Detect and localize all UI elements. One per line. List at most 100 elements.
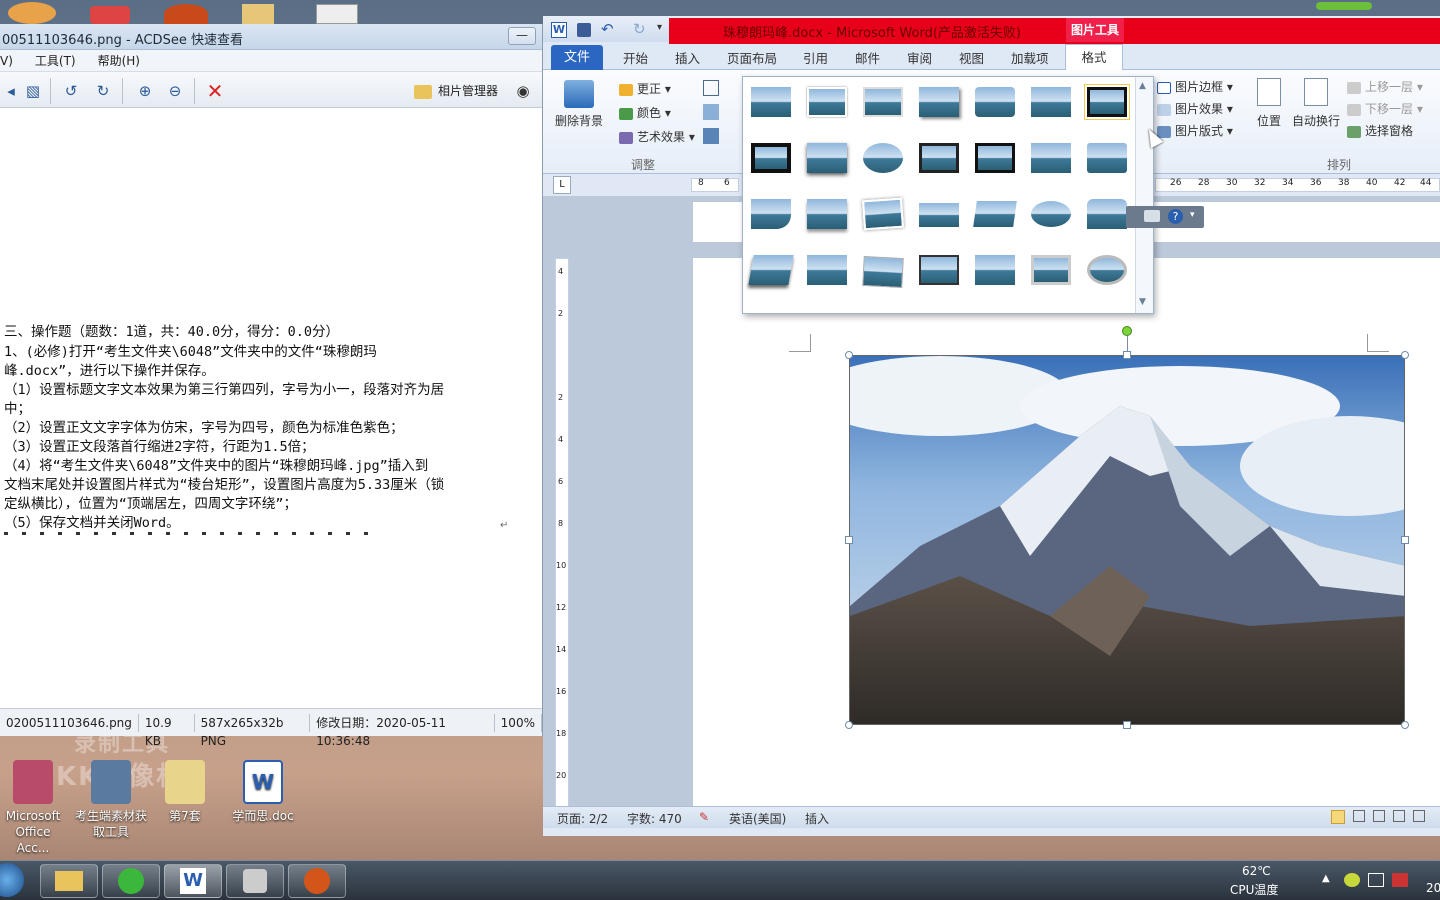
style-thumb[interactable]	[862, 197, 904, 231]
picture-layout-button[interactable]: 图片版式 ▾	[1157, 122, 1233, 139]
resize-handle-s[interactable]	[1123, 721, 1131, 729]
style-thumb[interactable]	[1031, 143, 1071, 173]
undo-icon[interactable]: ↶	[601, 20, 614, 38]
style-thumb[interactable]	[807, 199, 847, 229]
style-thumb[interactable]	[751, 87, 791, 117]
resize-handle-se[interactable]	[1401, 721, 1409, 729]
tab-mailings[interactable]: 邮件	[855, 48, 880, 67]
color-button[interactable]: 颜色 ▾	[619, 104, 671, 121]
menu-help[interactable]: 帮助(H)	[98, 52, 140, 69]
rotate-right-icon[interactable]: ↻	[92, 80, 114, 102]
desktop-icon-2[interactable]	[90, 6, 130, 24]
style-thumb[interactable]	[919, 255, 959, 285]
desktop-icon-5[interactable]	[316, 4, 358, 24]
resize-handle-sw[interactable]	[845, 721, 853, 729]
taskbar-refresh[interactable]	[102, 864, 160, 898]
mini-toolbar[interactable]: ? ▾	[1126, 206, 1204, 228]
delete-icon[interactable]: ✕	[204, 80, 226, 102]
style-thumb[interactable]	[975, 87, 1015, 117]
style-thumb[interactable]	[1087, 143, 1127, 173]
corrections-button[interactable]: 更正 ▾	[619, 80, 671, 97]
style-thumb[interactable]	[751, 199, 791, 229]
style-thumb[interactable]	[1031, 255, 1071, 285]
taskbar-speaker[interactable]	[226, 864, 284, 898]
style-thumb[interactable]	[919, 143, 959, 173]
style-thumb[interactable]	[975, 143, 1015, 173]
tab-page-layout[interactable]: 页面布局	[727, 48, 777, 67]
style-thumb[interactable]	[1087, 199, 1127, 229]
taskbar-explorer[interactable]	[40, 864, 98, 898]
resize-handle-nw[interactable]	[845, 351, 853, 359]
style-thumb[interactable]	[919, 203, 959, 227]
rotate-left-icon[interactable]: ↺	[60, 80, 82, 102]
gallery-scrollbar[interactable]: ▲ ▼	[1135, 77, 1153, 313]
desktop-icon-4[interactable]	[242, 4, 274, 24]
save-icon[interactable]	[577, 23, 591, 37]
style-thumb[interactable]	[807, 87, 847, 117]
style-thumb[interactable]	[807, 255, 847, 285]
clock[interactable]: 20	[1426, 881, 1440, 895]
style-thumb[interactable]	[751, 143, 791, 173]
tab-insert[interactable]: 插入	[675, 48, 700, 67]
help-icon[interactable]: ?	[1168, 209, 1183, 224]
tab-home[interactable]: 开始	[623, 48, 648, 67]
tray-network-icon[interactable]	[1344, 873, 1360, 887]
style-thumb[interactable]	[1031, 87, 1071, 117]
selection-pane-button[interactable]: 选择窗格	[1347, 122, 1413, 139]
tray-expand-icon[interactable]: ▲	[1322, 873, 1330, 884]
desktop-icon-doc[interactable]: W 学而思.doc	[228, 760, 298, 824]
acdsee-titlebar[interactable]: 00511103646.png - ACDSee 快速查看 —	[0, 24, 542, 50]
proofing-icon[interactable]: ✎	[699, 810, 709, 824]
tray-monitor-icon[interactable]	[1368, 873, 1384, 887]
mini-toolbar-expand-icon[interactable]: ▾	[1190, 210, 1195, 220]
style-thumb[interactable]	[863, 87, 903, 117]
resize-handle-w[interactable]	[845, 536, 853, 544]
mountain-photo[interactable]	[849, 355, 1405, 725]
style-thumb[interactable]	[748, 255, 794, 285]
picture-effects-button[interactable]: 图片效果 ▾	[1157, 100, 1233, 117]
remove-background-button[interactable]: 删除背景	[553, 80, 605, 129]
resize-handle-ne[interactable]	[1401, 351, 1409, 359]
zoom-out-icon[interactable]: ⊖	[164, 80, 186, 102]
tab-selector[interactable]: L	[553, 176, 571, 194]
tray-flag-icon[interactable]	[1392, 873, 1408, 887]
view-web-icon[interactable]	[1373, 810, 1385, 822]
bring-forward-button[interactable]: 上移一层 ▾	[1347, 78, 1423, 95]
compress-pictures-icon[interactable]	[703, 80, 719, 96]
status-words[interactable]: 字数: 470	[627, 810, 682, 827]
desktop-icon-folder[interactable]: 第7套	[154, 760, 216, 824]
desktop-icon-tool[interactable]: 考生端素材获取工具	[74, 760, 148, 840]
tab-review[interactable]: 审阅	[907, 48, 932, 67]
back-icon[interactable]: ◂	[0, 80, 22, 102]
rotation-handle[interactable]	[1122, 326, 1132, 336]
status-mode[interactable]: 插入	[805, 810, 829, 827]
style-thumb-selected[interactable]	[1084, 84, 1130, 120]
keyboard-icon[interactable]	[1144, 210, 1160, 222]
style-thumb[interactable]	[862, 255, 904, 289]
scroll-down-icon[interactable]: ▼	[1139, 297, 1146, 307]
customize-qat-icon[interactable]: ▾	[657, 22, 662, 33]
view-outline-icon[interactable]	[1393, 810, 1405, 822]
photo-manager-button[interactable]: 相片管理器	[414, 80, 498, 102]
menu-view[interactable]: V)	[0, 54, 13, 68]
start-orb-icon[interactable]	[0, 863, 24, 897]
picture-border-button[interactable]: 图片边框 ▾	[1157, 78, 1233, 95]
send-backward-button[interactable]: 下移一层 ▾	[1347, 100, 1423, 117]
desktop-icon-1[interactable]	[8, 2, 56, 24]
tab-addins[interactable]: 加载项	[1011, 48, 1049, 67]
style-thumb[interactable]	[807, 143, 847, 173]
tab-view[interactable]: 视图	[959, 48, 984, 67]
style-thumb[interactable]	[973, 201, 1017, 227]
view-reading-icon[interactable]	[1353, 810, 1365, 822]
zoom-in-icon[interactable]: ⊕	[134, 80, 156, 102]
style-thumb[interactable]	[1031, 201, 1071, 227]
scroll-up-icon[interactable]: ▲	[1139, 81, 1146, 91]
resize-handle-e[interactable]	[1401, 536, 1409, 544]
style-thumb[interactable]	[975, 255, 1015, 285]
speaker-icon[interactable]: ◉	[512, 80, 534, 102]
resize-handle-n[interactable]	[1123, 351, 1131, 359]
style-thumb[interactable]	[863, 143, 903, 173]
style-thumb[interactable]	[1087, 255, 1127, 285]
view-print-layout-icon[interactable]	[1331, 810, 1345, 824]
taskbar-word[interactable]: W	[164, 864, 222, 898]
